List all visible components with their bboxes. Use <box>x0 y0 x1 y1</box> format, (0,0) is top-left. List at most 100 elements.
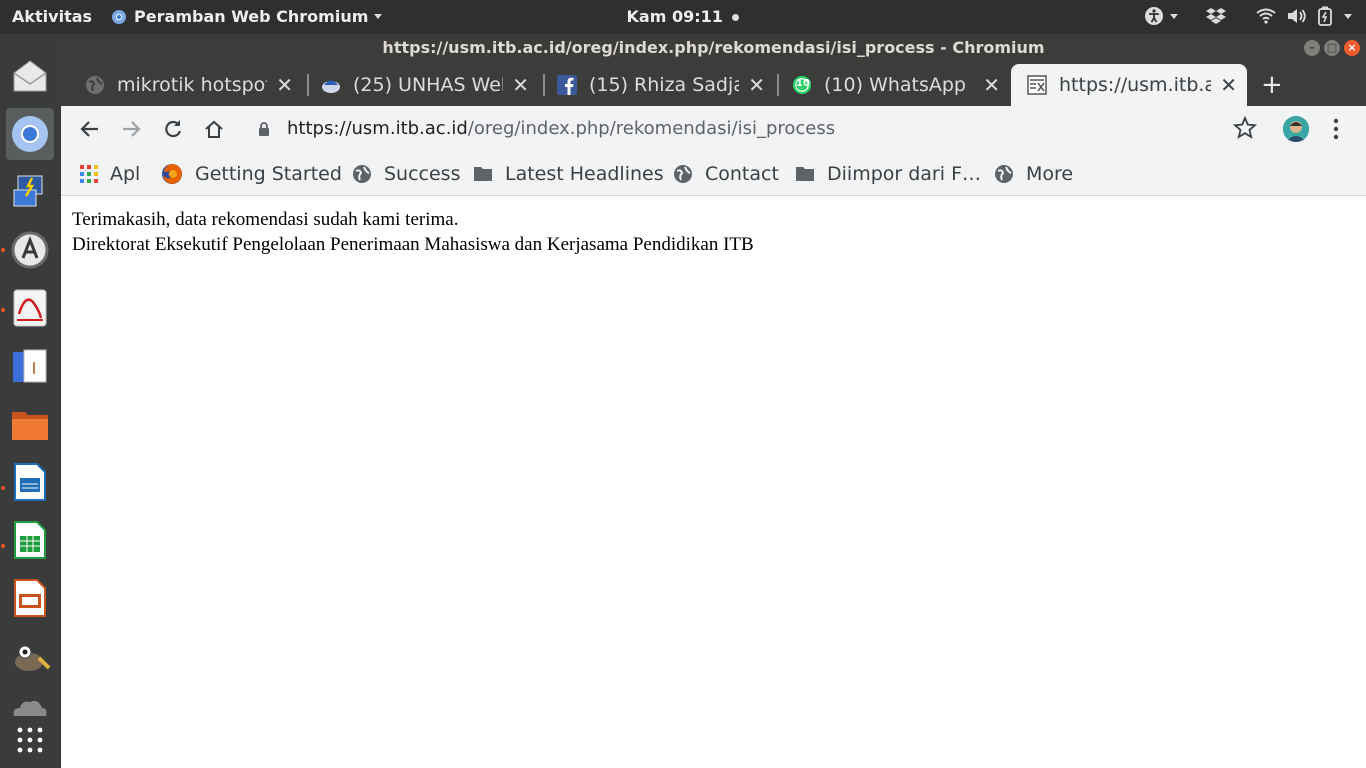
tab-facebook[interactable]: (15) Rhiza Sadjad ✕ <box>557 64 775 106</box>
profile-avatar[interactable] <box>1283 116 1309 142</box>
bookmark-label: Success <box>384 163 461 185</box>
maximize-button[interactable]: □ <box>1324 40 1340 56</box>
tab-separator <box>777 74 779 96</box>
window-title-bar[interactable]: https://usm.itb.ac.id/oreg/index.php/rek… <box>61 34 1366 62</box>
browser-toolbar: https://usm.itb.ac.id/oreg/index.php/rek… <box>61 106 1366 152</box>
page-content: Terimakasih, data rekomendasi sudah kami… <box>61 197 1366 768</box>
unhas-icon <box>321 75 341 95</box>
back-button[interactable] <box>77 116 103 142</box>
url-path: /oreg/index.php/rekomendasi/isi_process <box>467 118 836 139</box>
show-apps-icon <box>17 727 43 753</box>
tab-close-icon[interactable]: ✕ <box>748 73 765 97</box>
system-top-bar: Aktivitas Peramban Web Chromium Kam 09:1… <box>0 0 1366 34</box>
url-host: https://usm.itb.ac.id <box>287 118 468 139</box>
tab-usm-itb[interactable]: https://usm.itb.ac.id ✕ <box>1011 64 1247 106</box>
dock-chromium[interactable] <box>6 108 54 160</box>
mail-icon <box>13 60 47 92</box>
bookmark-label: Apl <box>110 163 141 185</box>
close-window-button[interactable]: × <box>1344 40 1360 56</box>
home-button[interactable] <box>201 116 227 142</box>
tab-close-icon[interactable]: ✕ <box>512 73 529 97</box>
page-icon <box>1027 75 1047 95</box>
home-icon <box>205 120 223 138</box>
tab-title: mikrotik hotspot <box>117 74 267 96</box>
tab-unhas-web[interactable]: (25) UNHAS Web ✕ <box>321 64 539 106</box>
bookmark-star-icon[interactable] <box>1233 116 1257 140</box>
running-indicator-dot <box>1 308 5 312</box>
battery-icon[interactable] <box>1318 6 1332 26</box>
dock-text-editor[interactable] <box>6 340 54 392</box>
tab-title: https://usm.itb.ac.id <box>1059 74 1211 96</box>
kebab-menu-icon[interactable] <box>1333 118 1339 140</box>
calc-icon <box>14 521 46 559</box>
volume-icon[interactable] <box>1286 7 1308 25</box>
wifi-icon[interactable] <box>1256 8 1276 24</box>
tab-close-icon[interactable]: ✕ <box>276 73 293 97</box>
clock-label: Kam 09:11 <box>626 7 723 26</box>
arrow-left-icon <box>80 121 98 137</box>
minimize-button[interactable]: – <box>1304 40 1320 56</box>
folder-icon <box>474 167 492 181</box>
forward-button[interactable] <box>118 116 144 142</box>
bookmark-imported-folder[interactable]: Diimpor dari F… <box>795 161 981 187</box>
remote-desktop-icon <box>13 175 43 207</box>
bookmark-apps[interactable]: Apl <box>80 161 140 187</box>
reload-button[interactable] <box>160 116 186 142</box>
bookmark-label: Getting Started <box>195 163 342 185</box>
tab-separator <box>543 74 545 96</box>
tab-whatsapp[interactable]: 10 (10) WhatsApp ✕ <box>792 64 1010 106</box>
system-menu-chevron-icon[interactable] <box>1344 13 1352 19</box>
globe-icon <box>353 165 371 183</box>
reload-icon <box>165 120 182 138</box>
dock-gimp[interactable] <box>6 630 54 682</box>
url-text: https://usm.itb.ac.id/oreg/index.php/rek… <box>287 118 835 139</box>
globe-icon <box>995 165 1013 183</box>
accessibility-icon[interactable] <box>1144 6 1178 26</box>
software-updater-icon <box>11 231 49 269</box>
dock-impress[interactable] <box>6 572 54 624</box>
dock-software-updater[interactable] <box>6 224 54 276</box>
tab-title: (10) WhatsApp <box>824 74 966 96</box>
dock-mail[interactable] <box>6 50 54 102</box>
apps-grid-icon <box>80 165 98 183</box>
address-bar[interactable]: https://usm.itb.ac.id/oreg/index.php/rek… <box>243 112 1279 146</box>
tab-strip: mikrotik hotspot ✕ (25) UNHAS Web ✕ (15)… <box>61 62 1366 106</box>
notification-dot-icon <box>732 14 740 21</box>
tab-close-icon[interactable]: ✕ <box>983 73 1000 97</box>
bookmark-getting-started[interactable]: Getting Started <box>161 161 342 187</box>
new-tab-button[interactable]: + <box>1261 70 1283 100</box>
bookmark-label: Diimpor dari F… <box>827 163 981 185</box>
chromium-icon <box>12 116 48 152</box>
gimp-icon <box>15 645 51 671</box>
tab-title: (15) Rhiza Sadjad <box>589 74 739 96</box>
firefox-icon <box>162 164 182 184</box>
tab-mikrotik-hotspot[interactable]: mikrotik hotspot ✕ <box>85 64 303 106</box>
files-icon <box>12 412 48 440</box>
dock-remote-desktop[interactable] <box>6 166 54 218</box>
dropbox-icon[interactable] <box>1206 7 1226 25</box>
running-indicator-dot <box>1 248 5 252</box>
organization-name: Direktorat Eksekutif Pengelolaan Penerim… <box>72 234 754 255</box>
dock-calc[interactable] <box>6 514 54 566</box>
whatsapp-icon: 10 <box>792 75 812 95</box>
bookmark-latest-headlines[interactable]: Latest Headlines <box>473 161 664 187</box>
bookmark-contact[interactable]: Contact <box>673 161 779 187</box>
tab-close-icon[interactable]: ✕ <box>1220 73 1237 97</box>
window-title: https://usm.itb.ac.id/oreg/index.php/rek… <box>382 38 1045 57</box>
bookmarks-bar: Apl Getting Started Success Latest Headl… <box>61 152 1366 196</box>
globe-icon <box>85 75 105 95</box>
arrow-right-icon <box>123 121 141 137</box>
dock-show-apps[interactable] <box>6 714 54 766</box>
dock-writer[interactable] <box>6 456 54 508</box>
bookmark-more[interactable]: More <box>994 161 1073 187</box>
dock-pdf-reader[interactable] <box>6 282 54 334</box>
lock-icon[interactable] <box>257 121 271 137</box>
chevron-down-icon <box>1170 13 1178 19</box>
pdf-reader-icon <box>13 289 47 327</box>
tab-title: (25) UNHAS Web <box>353 74 503 96</box>
facebook-icon <box>557 75 577 95</box>
running-indicator-dot <box>1 486 5 490</box>
tab-separator <box>307 74 309 96</box>
bookmark-success[interactable]: Success <box>352 161 460 187</box>
dock-files[interactable] <box>6 398 54 450</box>
